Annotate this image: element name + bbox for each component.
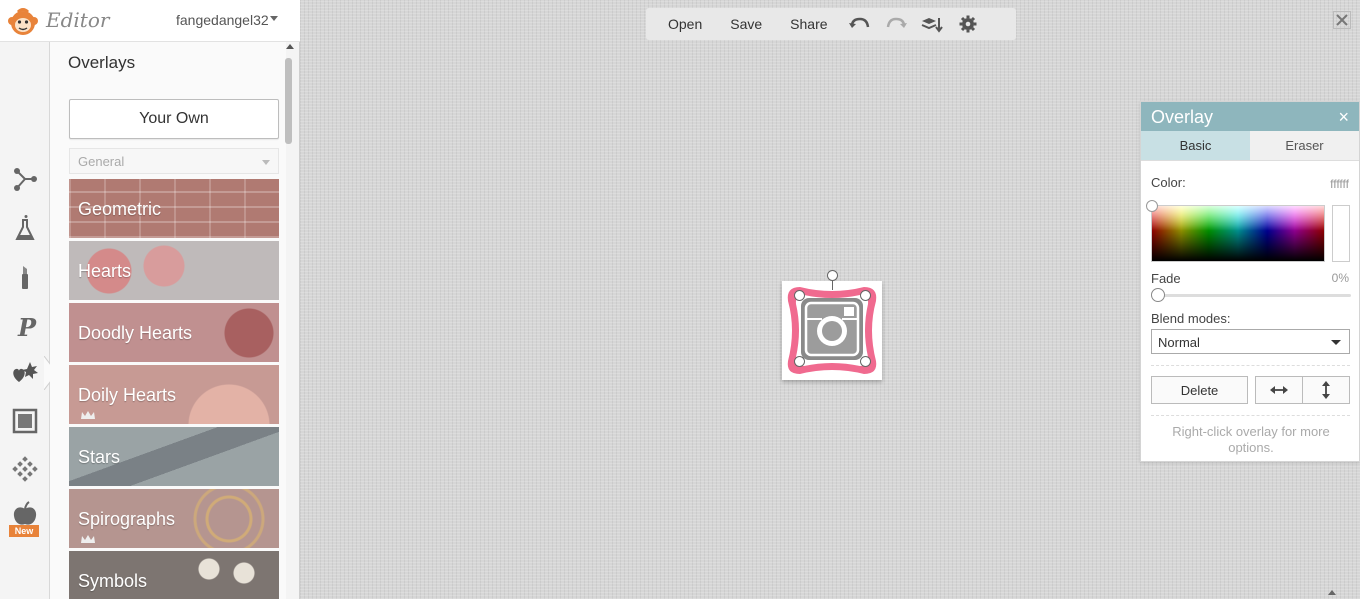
app-logo-text: Editor — [46, 8, 110, 32]
color-label: Color: — [1151, 175, 1186, 190]
chevron-down-icon — [262, 160, 270, 165]
sidebar: Editor fangedangel32 P New Overlays Your… — [0, 0, 300, 599]
tile-geometric[interactable]: Geometric — [69, 179, 279, 238]
blend-modes-label: Blend modes: — [1151, 311, 1231, 326]
text-icon: P — [17, 313, 37, 341]
tool-effects[interactable] — [8, 162, 42, 196]
chevron-down-icon[interactable] — [270, 16, 278, 21]
tool-textures[interactable] — [8, 452, 42, 486]
textures-icon — [12, 456, 38, 482]
tile-stars[interactable]: Stars — [69, 427, 279, 486]
resize-handle-bottom-left[interactable] — [794, 356, 805, 367]
monkey-logo-icon[interactable] — [6, 6, 40, 36]
color-spectrum[interactable] — [1151, 205, 1325, 262]
divider — [1151, 365, 1350, 366]
tile-label: Symbols — [78, 571, 148, 591]
tool-seasonal[interactable]: New — [8, 500, 42, 542]
blend-mode-select[interactable]: Normal — [1151, 329, 1350, 354]
tile-label: Doily Hearts — [78, 385, 177, 405]
fade-label: Fade — [1151, 271, 1181, 286]
effects-icon — [14, 168, 37, 191]
tool-text[interactable]: P — [8, 309, 42, 343]
divider — [1151, 415, 1350, 416]
open-button[interactable]: Open — [654, 16, 716, 32]
overlays-icon — [13, 362, 38, 382]
layers-icon — [921, 18, 943, 33]
delete-button[interactable]: Delete — [1151, 376, 1248, 404]
undo-button[interactable] — [846, 14, 874, 34]
tile-label: Geometric — [78, 199, 162, 219]
tile-label: Stars — [78, 447, 121, 467]
tile-label: Hearts — [78, 261, 132, 281]
settings-button[interactable] — [954, 14, 982, 34]
your-own-button[interactable]: Your Own — [69, 99, 279, 139]
tile-symbols[interactable]: Symbols — [69, 551, 279, 599]
scroll-thumb[interactable] — [285, 58, 292, 144]
tile-doodly-hearts[interactable]: Doodly Hearts — [69, 303, 279, 362]
flask-icon — [15, 215, 35, 240]
color-hex-value[interactable]: ffffff — [1330, 177, 1349, 191]
panel-scrollbar[interactable] — [284, 42, 294, 599]
scroll-up-arrow-icon[interactable] — [286, 44, 294, 49]
resize-handle-top-left[interactable] — [794, 290, 805, 301]
top-toolbar: Open Save Share — [646, 8, 1016, 40]
blend-mode-value: Normal — [1158, 335, 1200, 350]
flip-vertical-button[interactable] — [1302, 377, 1349, 403]
close-editor-icon[interactable] — [1333, 11, 1351, 29]
frames-icon — [12, 408, 38, 434]
flip-buttons — [1255, 376, 1350, 404]
tile-label: Doodly Hearts — [78, 323, 193, 343]
fade-slider-knob[interactable] — [1151, 288, 1165, 302]
category-value: General — [78, 154, 125, 169]
panel-title: Overlays — [68, 53, 136, 72]
tool-overlays[interactable] — [8, 356, 42, 390]
color-picker-knob[interactable] — [1146, 200, 1158, 212]
new-badge: New — [9, 525, 39, 537]
resize-handle-top-right[interactable] — [860, 290, 871, 301]
right-click-hint: Right-click overlay for more options. — [1172, 424, 1330, 455]
tool-frames[interactable] — [8, 404, 42, 438]
chevron-up-icon[interactable] — [1328, 590, 1336, 595]
close-icon[interactable]: × — [1338, 107, 1349, 128]
overlays-panel: Overlays Your Own General Geometric Hear… — [50, 42, 286, 599]
redo-icon — [886, 17, 907, 28]
tab-eraser[interactable]: Eraser — [1250, 131, 1359, 160]
props-title: Overlay — [1151, 107, 1214, 127]
tool-flask[interactable] — [8, 212, 42, 246]
tile-label: Spirographs — [78, 509, 176, 529]
redo-button[interactable] — [882, 14, 910, 34]
crown-icon — [81, 411, 95, 419]
overlay-tiles: Geometric Hearts Doodly Hearts Doily Hea… — [69, 179, 279, 599]
chevron-down-icon — [1331, 340, 1341, 345]
share-button[interactable]: Share — [776, 16, 841, 32]
fade-slider-track[interactable] — [1155, 294, 1351, 297]
tile-doily-hearts[interactable]: Doily Hearts — [69, 365, 279, 424]
sidebar-header: Editor fangedangel32 — [0, 0, 300, 42]
color-swatch[interactable] — [1332, 205, 1350, 262]
svg-text:P: P — [17, 313, 37, 341]
overlay-properties-panel: Overlay × Basic Eraser Color: ffffff Fad… — [1140, 101, 1360, 462]
flip-horizontal-button[interactable] — [1256, 377, 1302, 403]
tile-spirographs[interactable]: Spirographs — [69, 489, 279, 548]
tab-basic[interactable]: Basic — [1141, 131, 1250, 160]
undo-icon — [848, 17, 869, 28]
flip-vertical-icon — [1322, 381, 1330, 399]
gear-icon — [959, 15, 977, 33]
rotate-handle[interactable] — [827, 270, 838, 281]
resize-handle-bottom-right[interactable] — [860, 356, 871, 367]
fade-value: 0% — [1331, 271, 1349, 285]
tool-rail: P New — [0, 42, 50, 599]
tool-touch-up[interactable] — [8, 260, 42, 294]
crown-icon — [81, 535, 95, 543]
save-button[interactable]: Save — [716, 16, 776, 32]
props-tabs: Basic Eraser — [1141, 131, 1359, 161]
tile-hearts[interactable]: Hearts — [69, 241, 279, 300]
category-select[interactable]: General — [69, 148, 279, 174]
flip-horizontal-icon — [1270, 386, 1288, 394]
touch-up-icon — [22, 266, 28, 289]
layers-button[interactable] — [918, 14, 946, 34]
props-header: Overlay × — [1141, 102, 1359, 131]
username-menu[interactable]: fangedangel32 — [176, 12, 269, 28]
